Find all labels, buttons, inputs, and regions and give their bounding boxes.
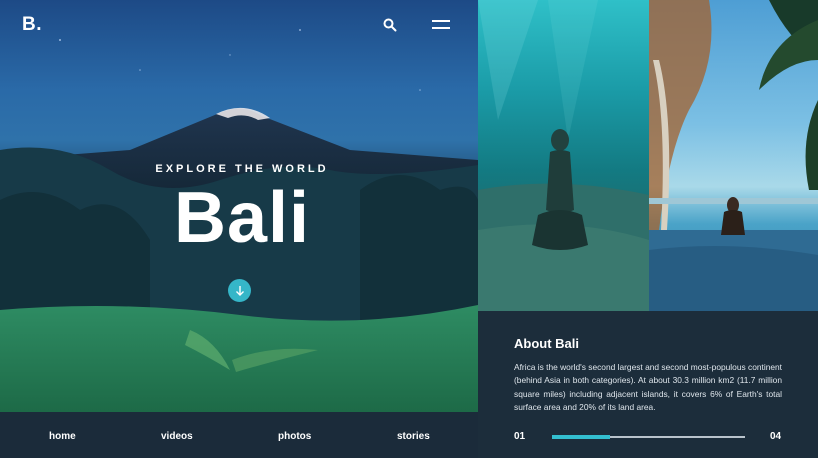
- arrow-down-icon: [235, 285, 244, 296]
- slide-current-number: 01: [514, 431, 526, 442]
- underwater-statue-photo[interactable]: [478, 0, 649, 311]
- slide-total-number: 04: [770, 431, 782, 442]
- nav-item-videos[interactable]: videos: [161, 431, 193, 442]
- hero-panel: B. EXPLORE THE WORLD Bali: [0, 0, 478, 412]
- bottom-nav: home videos photos stories: [0, 412, 478, 458]
- nav-item-stories[interactable]: stories: [397, 431, 430, 442]
- hero-eyebrow: EXPLORE THE WORLD: [155, 163, 329, 175]
- about-panel: About Bali Africa is the world's second …: [478, 311, 818, 458]
- nav-item-home[interactable]: home: [49, 431, 76, 442]
- search-icon[interactable]: [383, 18, 397, 32]
- nav-item-photos[interactable]: photos: [278, 431, 311, 442]
- scroll-down-button[interactable]: [228, 279, 251, 302]
- slide-progress-track[interactable]: [552, 435, 745, 439]
- hamburger-menu-icon[interactable]: [432, 20, 450, 31]
- brand-logo[interactable]: B.: [22, 14, 42, 36]
- about-title: About Bali: [514, 336, 579, 351]
- hero-title: Bali: [173, 178, 311, 258]
- about-description: Africa is the world's second largest and…: [514, 362, 782, 413]
- infinity-pool-photo[interactable]: [649, 0, 818, 311]
- slide-progress-fill: [552, 435, 610, 439]
